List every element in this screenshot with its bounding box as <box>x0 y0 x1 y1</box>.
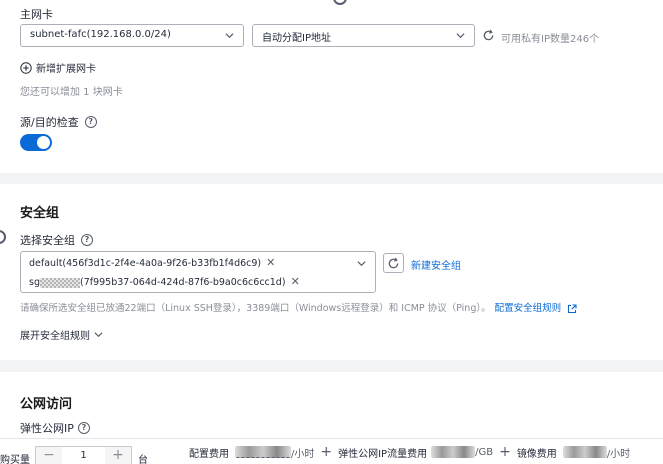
refresh-icon[interactable] <box>482 29 495 42</box>
add-nic-button[interactable]: 新增扩展网卡 <box>20 60 96 75</box>
chevron-down-icon <box>357 261 366 267</box>
redacted-mask <box>39 277 80 288</box>
quantity-stepper: − 1 + <box>35 446 132 464</box>
security-group-notice: 请确保所选安全组已放通22端口（Linux SSH登录），3389端口（Wind… <box>20 300 577 314</box>
security-group-tag: default(456f3d1c-2f4e-4a0a-9f26-b33fb1f4… <box>29 256 275 269</box>
select-security-group-label: 选择安全组 <box>20 234 75 247</box>
image-fee-value <box>562 446 607 458</box>
subnet-select-value: subnet-fafc(192.168.0.0/24) <box>30 29 171 40</box>
eip-fee-label: 弹性公网IP流量费用 <box>338 448 428 460</box>
quantity-unit: 台 <box>138 455 148 464</box>
quantity-label: 购买量 <box>0 455 30 464</box>
eip-row: 弹性公网IP ? <box>20 420 90 436</box>
expand-rules-label: 展开安全组规则 <box>20 331 90 342</box>
config-fee-value <box>235 446 291 458</box>
help-icon[interactable]: ? <box>81 234 93 246</box>
subnet-select[interactable]: subnet-fafc(192.168.0.0/24) <box>20 24 244 47</box>
configure-rules-link[interactable]: 配置安全组规则 <box>495 303 562 314</box>
eip-fee-value <box>431 446 476 458</box>
src-dst-check-toggle[interactable] <box>20 134 52 151</box>
quantity-input[interactable]: 1 <box>62 447 105 464</box>
help-icon[interactable]: ? <box>84 116 97 128</box>
config-fee-label: 配置费用 <box>189 448 229 460</box>
security-group-tag-label: default(456f3d1c-2f4e-4a0a-9f26-b33fb1f4… <box>29 258 262 269</box>
create-security-group-link[interactable]: 新建安全组 <box>411 257 461 272</box>
add-circle-icon <box>20 61 32 74</box>
security-group-tag: sg (7f995b37-064d-424d-87f6-b9a0c6c6cc1d)… <box>29 275 300 288</box>
nic-title: 主网卡 <box>20 8 53 21</box>
image-fee-label: 镜像费用 <box>516 448 557 460</box>
refresh-security-group-button[interactable] <box>383 253 404 273</box>
chevron-down-icon <box>225 33 234 39</box>
fee-summary: 配置费用 /小时 + 弹性公网IP流量费用 /GB + 镜像费用 /小时 <box>189 444 630 460</box>
image-fee-unit: /小时 <box>606 448 631 460</box>
refresh-icon <box>388 257 399 269</box>
security-group-title: 安全组 <box>20 206 60 221</box>
ip-mode-select-value: 自动分配IP地址 <box>262 33 331 44</box>
security-group-tag-label: (7f995b37-064d-424d-87f6-b9a0c6c6cc1d) <box>79 277 286 288</box>
help-icon[interactable]: ? <box>77 422 90 434</box>
chevron-down-icon <box>94 332 103 338</box>
select-security-group-row: 选择安全组 ? <box>20 232 93 248</box>
plus-icon: + <box>499 444 511 460</box>
eip-fee-unit: /GB <box>475 446 494 458</box>
eip-label: 弹性公网IP <box>20 422 74 435</box>
external-link-icon[interactable] <box>567 303 577 314</box>
add-nic-label: 新增扩展网卡 <box>36 64 96 75</box>
chevron-down-icon <box>456 33 465 39</box>
ip-mode-select[interactable]: 自动分配IP地址 <box>252 24 475 47</box>
config-fee-unit: /小时 <box>291 448 315 460</box>
expand-rules-button[interactable]: 展开安全组规则 <box>20 327 103 342</box>
add-nic-hint: 您还可以增加 1 块网卡 <box>20 87 123 98</box>
close-icon[interactable]: ✕ <box>266 256 275 269</box>
decrement-button[interactable]: − <box>36 447 62 464</box>
close-icon[interactable]: ✕ <box>291 275 300 288</box>
increment-button[interactable]: + <box>105 447 131 464</box>
security-group-tag-prefix: sg <box>29 277 40 288</box>
public-access-title: 公网访问 <box>20 397 73 412</box>
plus-icon: + <box>320 444 333 460</box>
src-dst-check-label: 源/目的检查 <box>20 116 79 129</box>
src-dst-check-row: 源/目的检查 ? <box>20 114 97 130</box>
security-group-notice-text: 请确保所选安全组已放通22端口（Linux SSH登录），3389端口（Wind… <box>20 303 491 314</box>
ip-count-text: 可用私有IP数量246个 <box>501 34 600 45</box>
